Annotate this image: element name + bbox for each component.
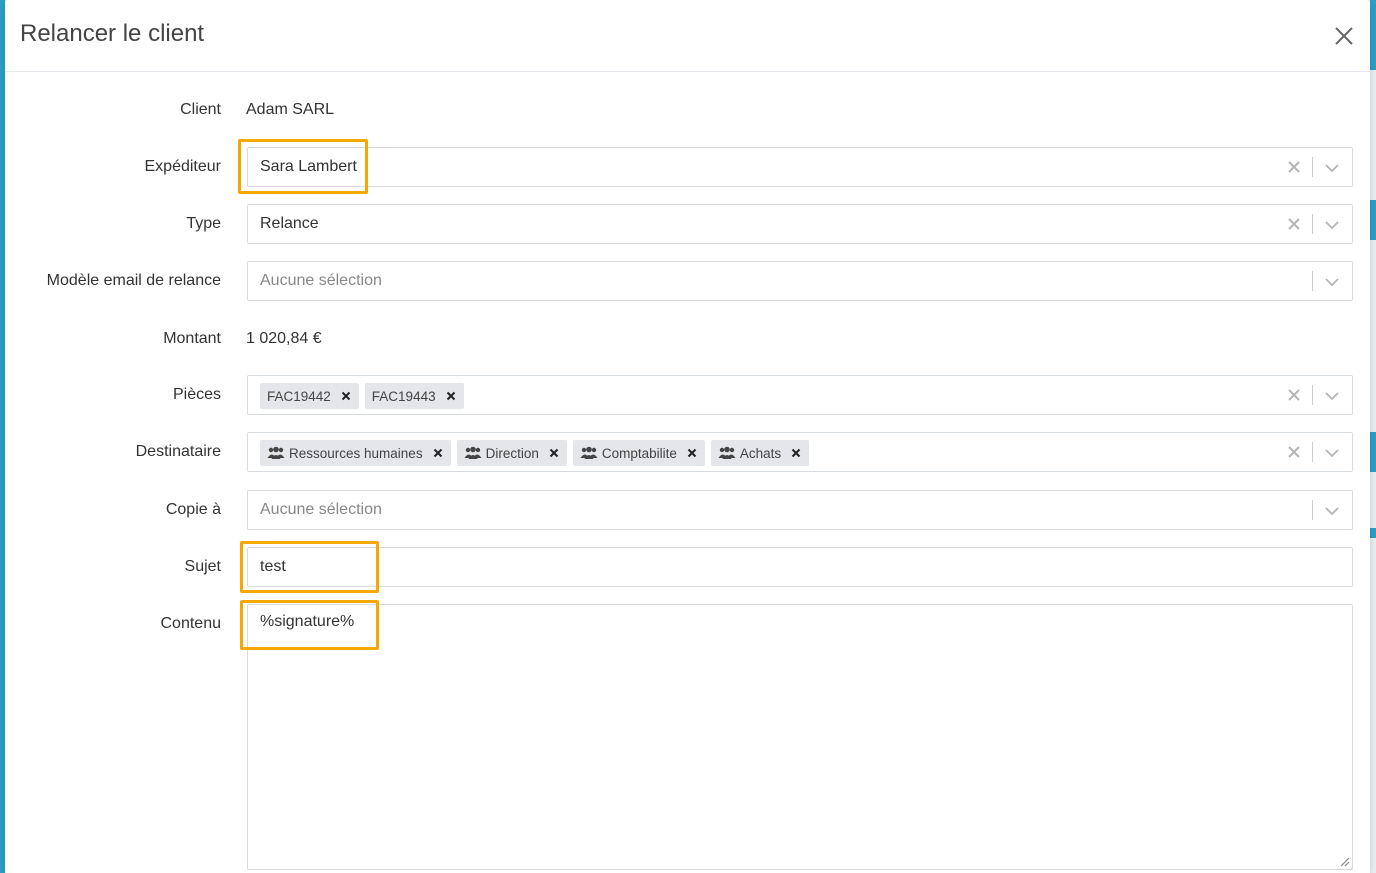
recipient-tag: Direction bbox=[456, 440, 567, 466]
users-icon bbox=[267, 446, 285, 459]
remove-tag-icon[interactable] bbox=[446, 391, 456, 401]
amount-value: 1 020,84 € bbox=[246, 330, 322, 347]
select-separator bbox=[1312, 214, 1313, 234]
remove-tag-icon[interactable] bbox=[687, 448, 697, 458]
template-select[interactable]: Aucune sélection bbox=[247, 261, 1353, 301]
clear-icon[interactable] bbox=[1286, 216, 1302, 232]
clear-icon[interactable] bbox=[1286, 159, 1302, 175]
recipient-row: Destinataire Ressources humaines Directi… bbox=[5, 432, 1370, 472]
cc-placeholder: Aucune sélection bbox=[260, 501, 382, 518]
amount-row: Montant 1 020,84 € bbox=[5, 319, 1370, 359]
chevron-down-icon[interactable] bbox=[1324, 445, 1340, 461]
resize-handle-icon[interactable] bbox=[1338, 855, 1350, 867]
type-select[interactable]: Relance bbox=[247, 204, 1353, 244]
cc-select[interactable]: Aucune sélection bbox=[247, 490, 1353, 530]
dialog-title: Relancer le client bbox=[20, 20, 205, 47]
sender-select[interactable]: Sara Lambert bbox=[247, 147, 1353, 187]
users-icon bbox=[718, 446, 736, 459]
remove-tag-icon[interactable] bbox=[433, 448, 443, 458]
template-placeholder: Aucune sélection bbox=[260, 272, 382, 289]
document-tag: FAC19443 bbox=[364, 383, 464, 409]
cc-row: Copie à Aucune sélection bbox=[5, 490, 1370, 530]
background-accent-strip bbox=[1370, 432, 1376, 472]
sender-label: Expéditeur bbox=[144, 158, 222, 175]
recipient-tag-label: Comptabilite bbox=[601, 445, 677, 461]
select-separator bbox=[1312, 442, 1313, 462]
content-textarea[interactable]: %signature% bbox=[247, 604, 1353, 870]
type-label: Type bbox=[186, 215, 221, 232]
subject-value: test bbox=[260, 558, 286, 575]
subject-row: Sujet test bbox=[5, 547, 1370, 587]
background-accent-strip bbox=[1370, 528, 1376, 538]
sender-row: Expéditeur Sara Lambert bbox=[5, 147, 1370, 187]
type-value: Relance bbox=[260, 215, 319, 232]
chevron-down-icon[interactable] bbox=[1324, 160, 1340, 176]
chevron-down-icon[interactable] bbox=[1324, 217, 1340, 233]
client-label: Client bbox=[180, 101, 221, 118]
subject-input[interactable]: test bbox=[247, 547, 1353, 587]
select-separator bbox=[1312, 500, 1313, 520]
dialog-header: Relancer le client bbox=[5, 0, 1370, 72]
documents-label: Pièces bbox=[172, 386, 221, 403]
remove-tag-icon[interactable] bbox=[549, 448, 559, 458]
remove-tag-icon[interactable] bbox=[341, 391, 351, 401]
subject-label: Sujet bbox=[184, 558, 221, 575]
document-tag: FAC19442 bbox=[260, 383, 359, 409]
background-accent-strip bbox=[1370, 0, 1376, 70]
users-icon bbox=[464, 446, 482, 459]
sender-value: Sara Lambert bbox=[260, 158, 357, 175]
background-accent-strip bbox=[1370, 200, 1376, 240]
content-row: Contenu %signature% bbox=[5, 604, 1370, 870]
users-icon bbox=[580, 446, 598, 459]
recipient-tag: Ressources humaines bbox=[260, 440, 451, 466]
reminder-dialog: Relancer le client Client Adam SARL Expé… bbox=[5, 0, 1370, 873]
documents-select[interactable]: FAC19442 FAC19443 bbox=[247, 375, 1353, 415]
clear-icon[interactable] bbox=[1286, 444, 1302, 460]
recipient-select[interactable]: Ressources humaines Direction Comptabili… bbox=[247, 432, 1353, 472]
remove-tag-icon[interactable] bbox=[791, 448, 801, 458]
recipient-tag: Achats bbox=[710, 440, 810, 466]
close-icon[interactable] bbox=[1332, 24, 1356, 48]
select-separator bbox=[1312, 385, 1313, 405]
recipient-tag-label: Ressources humaines bbox=[289, 445, 423, 461]
recipient-tag-label: Achats bbox=[739, 445, 782, 461]
client-value: Adam SARL bbox=[246, 101, 335, 118]
chevron-down-icon[interactable] bbox=[1324, 503, 1340, 519]
recipient-tag-label: Direction bbox=[485, 445, 539, 461]
recipient-label: Destinataire bbox=[135, 443, 221, 460]
client-row: Client Adam SARL bbox=[5, 90, 1370, 130]
template-label: Modèle email de relance bbox=[46, 272, 221, 289]
template-row: Modèle email de relance Aucune sélection bbox=[5, 261, 1370, 301]
cc-label: Copie à bbox=[165, 501, 221, 518]
select-separator bbox=[1312, 271, 1313, 291]
document-tag-label: FAC19442 bbox=[267, 388, 331, 404]
select-separator bbox=[1312, 157, 1313, 177]
content-value: %signature% bbox=[260, 613, 355, 630]
amount-label: Montant bbox=[163, 330, 221, 347]
recipient-tag: Comptabilite bbox=[572, 440, 705, 466]
chevron-down-icon[interactable] bbox=[1324, 388, 1340, 404]
documents-row: Pièces FAC19442 FAC19443 bbox=[5, 375, 1370, 415]
chevron-down-icon[interactable] bbox=[1324, 274, 1340, 290]
clear-icon[interactable] bbox=[1286, 387, 1302, 403]
type-row: Type Relance bbox=[5, 204, 1370, 244]
content-label: Contenu bbox=[160, 615, 222, 632]
document-tag-label: FAC19443 bbox=[371, 388, 436, 404]
